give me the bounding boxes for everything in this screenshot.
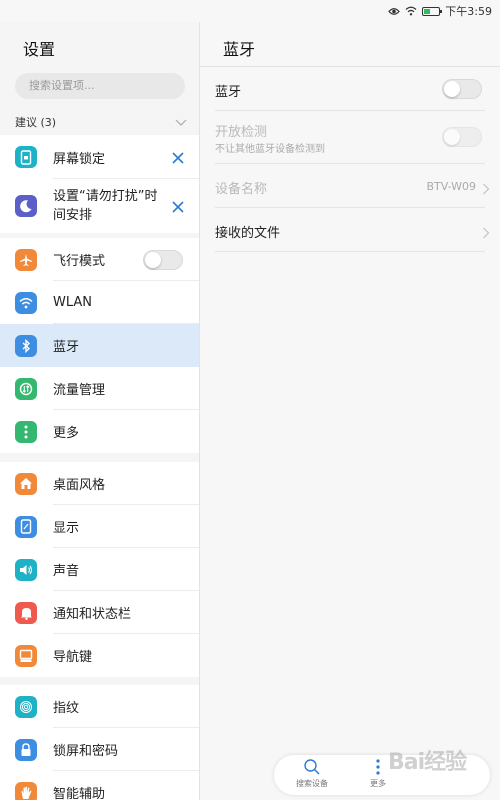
discoverable-row[interactable]: 开放检测 不让其他蓝牙设备检测到: [215, 111, 500, 164]
chevron-down-icon[interactable]: [175, 116, 187, 129]
bluetooth-label: 蓝牙: [215, 85, 242, 100]
sidebar-item-airplane-mode[interactable]: 飞行模式: [0, 238, 199, 281]
sidebar-item-label: 更多: [53, 426, 80, 441]
sidebar-item-label: 桌面风格: [53, 478, 106, 493]
sidebar-item-label: 导航键: [53, 650, 93, 665]
bell-icon: [15, 601, 37, 624]
airplane-mode-toggle[interactable]: [143, 250, 183, 270]
sidebar-item-sound[interactable]: 声音: [0, 548, 199, 591]
suggestions-group: 屏幕锁定 设置“请勿打扰”时 间安排: [0, 135, 199, 233]
wifi-signal-icon: [405, 6, 417, 16]
sidebar-item-label: 显示: [53, 521, 80, 536]
search-input[interactable]: 搜索设置项...: [15, 73, 185, 99]
sidebar-item-wlan[interactable]: WLAN: [0, 281, 199, 324]
sidebar-item-notifications[interactable]: 通知和状态栏: [0, 591, 199, 634]
bluetooth-detail-pane: 蓝牙 蓝牙 开放检测 不让其他蓝牙设备检测到 设备名称 BTV-W09 接收的文…: [200, 22, 500, 800]
sidebar-item-label: 蓝牙: [53, 340, 80, 355]
sidebar-item-display[interactable]: 显示: [0, 505, 199, 548]
sidebar-item-smart-assist[interactable]: 智能辅助: [0, 771, 199, 800]
bluetooth-toggle[interactable]: [442, 79, 482, 99]
suggestion-label-line1: 设置“请勿打扰”时: [53, 189, 158, 204]
battery-icon: [422, 6, 443, 16]
fingerprint-icon: [15, 695, 37, 718]
clock: 下午3:59: [445, 5, 492, 18]
discoverable-label: 开放检测: [215, 125, 268, 140]
sidebar-item-data-usage[interactable]: 流量管理: [0, 367, 199, 410]
discoverable-sublabel: 不让其他蓝牙设备检测到: [215, 144, 325, 155]
device-group: 桌面风格 显示 声音 通知和状态栏 导航键: [0, 462, 199, 677]
sidebar-item-navigation-keys[interactable]: 导航键: [0, 634, 199, 677]
more-vertical-icon: [15, 420, 37, 443]
airplane-icon: [15, 248, 37, 271]
more-label: 更多: [370, 779, 386, 788]
security-group: 指纹 锁屏和密码 智能辅助: [0, 685, 199, 800]
phone-lock-icon: [15, 146, 37, 168]
sidebar-item-label: 流量管理: [53, 383, 106, 398]
device-name-value: BTV-W09: [426, 180, 476, 193]
dismiss-icon[interactable]: [171, 199, 185, 213]
sidebar-title: 设置: [23, 40, 56, 59]
search-devices-button[interactable]: 搜索设备: [296, 758, 328, 789]
data-usage-icon: [15, 377, 37, 400]
sidebar-item-label: 智能辅助: [53, 787, 106, 800]
sidebar-item-label: 锁屏和密码: [53, 744, 119, 759]
hand-icon: [15, 781, 37, 800]
received-files-row[interactable]: 接收的文件: [215, 208, 500, 252]
bluetooth-icon: [15, 334, 37, 357]
navigation-key-icon: [15, 644, 37, 667]
suggestion-dnd-schedule[interactable]: 设置“请勿打扰”时 间安排: [0, 179, 199, 233]
moon-icon: [15, 195, 37, 217]
status-bar: 下午3:59: [0, 0, 500, 22]
sidebar-item-fingerprint[interactable]: 指纹: [0, 685, 199, 728]
padlock-icon: [15, 738, 37, 761]
suggestion-screen-lock[interactable]: 屏幕锁定: [0, 135, 199, 179]
settings-sidebar: 设置 搜索设置项... 建议 (3) 屏幕锁定 设置“请勿打扰”时 间安排 飞行…: [0, 22, 200, 800]
wifi-icon: [15, 291, 37, 314]
page-title: 蓝牙: [223, 40, 256, 59]
sidebar-item-label: 飞行模式: [53, 254, 106, 269]
sidebar-item-label: WLAN: [53, 295, 93, 310]
sound-icon: [15, 558, 37, 581]
suggestion-label: 屏幕锁定: [53, 151, 106, 167]
suggestion-label-line2: 间安排: [53, 208, 93, 223]
sidebar-item-lock-screen-password[interactable]: 锁屏和密码: [0, 728, 199, 771]
baidu-watermark: Bai经验: [388, 750, 467, 775]
home-icon: [15, 472, 37, 495]
suggestions-header-label: 建议 (3): [15, 116, 57, 129]
sidebar-item-home-style[interactable]: 桌面风格: [0, 462, 199, 505]
chevron-right-icon: [482, 180, 490, 195]
received-files-label: 接收的文件: [215, 226, 281, 241]
device-name-label: 设备名称: [215, 182, 268, 197]
chevron-right-icon: [482, 224, 490, 239]
search-devices-label: 搜索设备: [296, 779, 328, 788]
discoverable-toggle[interactable]: [442, 127, 482, 147]
search-icon: [303, 758, 321, 778]
divider: [215, 251, 485, 252]
device-name-row[interactable]: 设备名称 BTV-W09: [215, 164, 500, 208]
sidebar-item-label: 指纹: [53, 701, 80, 716]
eye-icon: [388, 7, 401, 16]
more-vertical-icon: [375, 758, 381, 778]
dismiss-icon[interactable]: [171, 150, 185, 164]
sidebar-item-more[interactable]: 更多: [0, 410, 199, 453]
display-icon: [15, 515, 37, 538]
sidebar-item-bluetooth[interactable]: 蓝牙: [0, 324, 199, 367]
bluetooth-toggle-row[interactable]: 蓝牙: [215, 67, 500, 111]
more-button[interactable]: 更多: [370, 758, 386, 789]
connectivity-group: 飞行模式 WLAN 蓝牙 流量管理 更多: [0, 238, 199, 453]
suggestion-label: 设置“请勿打扰”时 间安排: [53, 187, 157, 225]
suggestions-header[interactable]: 建议 (3): [15, 114, 187, 130]
sidebar-item-label: 声音: [53, 564, 80, 579]
sidebar-item-label: 通知和状态栏: [53, 607, 132, 622]
